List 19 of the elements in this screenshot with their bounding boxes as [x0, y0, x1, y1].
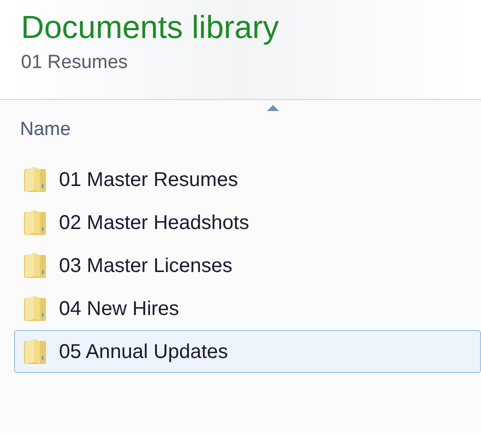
folder-icon: [23, 338, 47, 365]
folder-name: 05 Annual Updates: [59, 340, 228, 364]
folder-name: 04 New Hires: [59, 296, 180, 322]
folder-row[interactable]: 05 Annual Updates: [14, 330, 481, 373]
folder-row[interactable]: 04 New Hires: [14, 287, 481, 330]
folder-row[interactable]: 03 Master Licenses: [14, 244, 481, 287]
folder-icon: [23, 252, 47, 279]
folder-name: 01 Master Resumes: [59, 168, 238, 192]
folder-icon: [23, 295, 47, 322]
folder-path: 01 Resumes: [21, 51, 129, 75]
folder-icon: [23, 209, 47, 236]
folder-row[interactable]: 01 Master Resumes: [14, 158, 481, 201]
folder-name: 03 Master Licenses: [59, 254, 232, 278]
library-title: Documents library: [21, 8, 280, 47]
folder-icon: [23, 166, 47, 193]
sort-arrow-icon: [267, 105, 279, 111]
folder-name: 02 Master Headshots: [59, 210, 250, 236]
column-header[interactable]: Name: [20, 116, 71, 144]
folder-row[interactable]: 02 Master Headshots: [14, 201, 481, 244]
